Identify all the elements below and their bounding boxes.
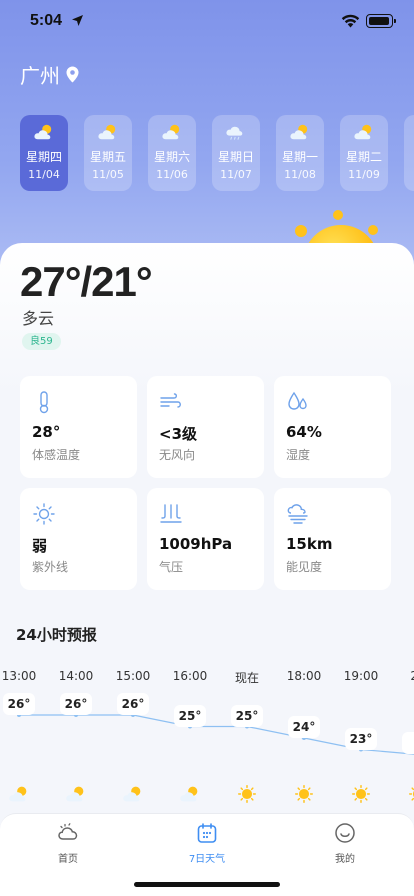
cloud-home-icon bbox=[58, 823, 78, 840]
day-weekday: 星期六 bbox=[153, 150, 190, 164]
partly-cloudy-icon bbox=[354, 124, 372, 140]
day-card[interactable]: 星期一 11/08 bbox=[276, 115, 324, 191]
day-weekday: 星期四 bbox=[25, 150, 62, 164]
partly-cloudy-icon bbox=[9, 786, 27, 802]
detail-value: 15km bbox=[286, 535, 333, 553]
aqi-badge[interactable]: 良59 bbox=[22, 333, 61, 350]
tab-home[interactable]: 首页 bbox=[23, 822, 113, 872]
hour-temperature: 26° bbox=[60, 693, 92, 715]
detail-card: 弱紫外线 bbox=[20, 488, 137, 590]
day-date: 11/07 bbox=[220, 168, 252, 181]
hour-time: 14:00 bbox=[58, 669, 94, 683]
thermometer-icon bbox=[39, 391, 49, 414]
status-time: 5:04 bbox=[30, 12, 63, 29]
hour-temperature: 25° bbox=[174, 704, 206, 727]
tab-7-day[interactable]: 7日天气 bbox=[162, 822, 252, 872]
tab-mine-label: 我的 bbox=[335, 854, 355, 865]
partly-cloudy-icon bbox=[66, 786, 84, 802]
hour-time: 19:00 bbox=[343, 669, 379, 683]
detail-label: 能见度 bbox=[286, 560, 323, 574]
day-date: 11/05 bbox=[92, 168, 124, 181]
humidity-icon bbox=[288, 391, 307, 410]
day-date: 11/06 bbox=[156, 168, 188, 181]
status-bar: 5:04 bbox=[0, 0, 414, 44]
wind-icon bbox=[160, 393, 181, 408]
detail-card: 64% 湿度 bbox=[274, 376, 391, 478]
partly-cloudy-icon bbox=[180, 786, 198, 802]
hour-temperature: 23° bbox=[345, 727, 377, 750]
hour-time: 13:00 bbox=[1, 669, 37, 683]
partly-cloudy-icon bbox=[290, 124, 308, 140]
detail-card: 1009hPa 气压 bbox=[147, 488, 264, 590]
day-weekday: 星期二 bbox=[345, 150, 382, 164]
hour-time: 18:00 bbox=[286, 669, 322, 683]
hour-time: 20 bbox=[390, 669, 414, 683]
detail-card: 28° 体感温度 bbox=[20, 376, 137, 478]
tab-7-day-label: 7日天气 bbox=[188, 854, 226, 865]
detail-value: 弱 bbox=[32, 537, 48, 555]
day-date: 11/08 bbox=[284, 168, 316, 181]
day-weekday: 星期五 bbox=[89, 150, 126, 164]
day-weekday: 星 bbox=[404, 148, 414, 165]
location-arrow-icon bbox=[72, 15, 83, 26]
sunny-icon bbox=[238, 785, 256, 803]
sunny-icon bbox=[409, 787, 414, 801]
sunny-icon bbox=[295, 785, 313, 803]
detail-label: 体感温度 bbox=[32, 448, 81, 462]
detail-label: 湿度 bbox=[286, 448, 311, 462]
partly-cloudy-icon bbox=[34, 124, 52, 140]
pressure-icon bbox=[160, 504, 182, 523]
tab-mine[interactable]: 我的 bbox=[300, 822, 390, 872]
day-card[interactable]: 星期四 11/04 bbox=[20, 115, 68, 191]
uv-sun-icon bbox=[33, 503, 55, 525]
partly-cloudy-icon bbox=[98, 124, 116, 140]
day-card[interactable]: 星 bbox=[404, 115, 414, 191]
day-weekday: 星期一 bbox=[281, 150, 318, 164]
day-date: 11/09 bbox=[348, 168, 380, 181]
location-pin-icon bbox=[66, 66, 79, 83]
detail-value: 1009hPa bbox=[159, 535, 233, 553]
city-name: 广州 bbox=[20, 64, 60, 88]
partly-cloudy-icon bbox=[162, 124, 180, 140]
calendar-icon bbox=[197, 823, 217, 843]
battery-icon bbox=[366, 14, 396, 28]
day-card[interactable]: 星期六 11/06 bbox=[148, 115, 196, 191]
sunny-icon bbox=[352, 785, 370, 803]
day-weekday: 星期日 bbox=[217, 150, 254, 164]
day-card[interactable]: 星期五 11/05 bbox=[84, 115, 132, 191]
visibility-icon bbox=[287, 504, 308, 524]
partly-cloudy-icon bbox=[123, 786, 141, 802]
day-card[interactable]: 星期二 11/09 bbox=[340, 115, 388, 191]
hour-temperature: 25° bbox=[231, 704, 263, 727]
day-card[interactable]: 星期日 11/07 bbox=[212, 115, 260, 191]
hourly-forecast-title: 24小时预报 bbox=[16, 626, 97, 644]
detail-label: 紫外线 bbox=[32, 560, 69, 574]
current-condition: 多云 bbox=[22, 309, 55, 328]
detail-label: 无风向 bbox=[159, 448, 196, 462]
wifi-icon bbox=[341, 14, 360, 28]
home-indicator bbox=[134, 882, 280, 887]
detail-card: 15km 能见度 bbox=[274, 488, 391, 590]
detail-value: 64% bbox=[286, 423, 322, 441]
detail-value: <3级 bbox=[159, 425, 198, 443]
detail-label: 气压 bbox=[159, 560, 184, 574]
hour-temperature: 2 bbox=[402, 732, 414, 755]
detail-value: 28° bbox=[32, 423, 61, 441]
tab-home-label: 首页 bbox=[58, 854, 78, 865]
light-rain-icon bbox=[226, 126, 243, 140]
smile-face-icon bbox=[335, 823, 355, 843]
hour-temperature: 26° bbox=[117, 693, 149, 715]
detail-card: <3级无风向 bbox=[147, 376, 264, 478]
day-date: 11/04 bbox=[28, 168, 60, 181]
hour-time: 15:00 bbox=[115, 669, 151, 683]
current-temperature: 27°/21° bbox=[20, 258, 153, 305]
hour-time: 现在 bbox=[234, 671, 259, 685]
hour-temperature: 26° bbox=[3, 693, 35, 715]
city-selector[interactable]: 广州 bbox=[20, 60, 79, 89]
day-strip[interactable]: 星期四 11/04 星期五 11/05 星期六 11/06 星期日 11/07 星期一 11/08… bbox=[20, 115, 414, 191]
hour-time: 16:00 bbox=[172, 669, 208, 683]
hour-temperature: 24° bbox=[288, 716, 320, 738]
